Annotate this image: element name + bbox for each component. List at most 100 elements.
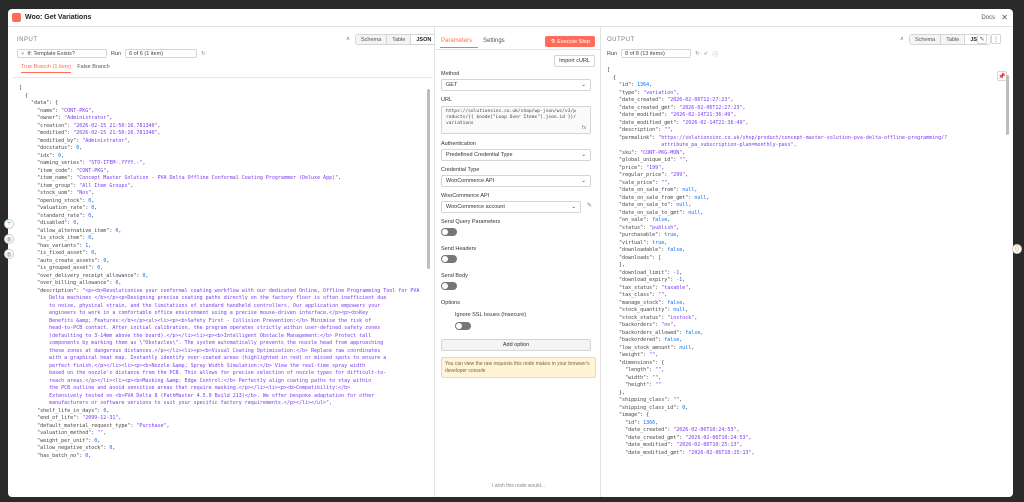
json-line: "stock_status": "instock", (619, 314, 698, 321)
close-icon[interactable]: ✕ (1001, 13, 1008, 22)
more-options-icon[interactable]: ⋮ (991, 34, 1001, 44)
tab-settings[interactable]: Settings (483, 38, 505, 44)
send-body-toggle[interactable] (441, 282, 457, 290)
json-line: reach areas.</p></li><li><p><b>Masking &… (19, 377, 372, 384)
send-body-label: Send Body (441, 273, 468, 279)
json-line: "date_on_sale_from": null, (619, 187, 698, 193)
json-line: "regular_price": "299", (619, 172, 689, 178)
docs-link[interactable]: Docs (981, 15, 995, 21)
tab-true-branch[interactable]: True Branch (1 item) (21, 64, 72, 73)
json-line: "status": "publish", (619, 224, 680, 231)
edit-pencil-icon[interactable]: ✎ (587, 202, 592, 209)
input-connector-merge-icon[interactable]: ◎ (4, 249, 14, 259)
json-line: (defaulting to 3-14mm above the board).<… (19, 332, 372, 339)
title-bar: Woo: Get Variations Docs ✕ (8, 9, 1013, 27)
ignore-ssl-toggle[interactable] (455, 322, 471, 330)
json-line: { (19, 92, 29, 99)
execute-step-button[interactable]: ⚗ Execute Step (545, 36, 595, 47)
input-run-select[interactable]: 6 of 6 (1 item) (125, 49, 198, 58)
input-scrollbar[interactable] (427, 89, 430, 269)
json-line: Extensively tested on <b>PVA Delta 8 (Pa… (19, 392, 375, 399)
json-line: to noise, physical strain, and the limit… (19, 302, 381, 309)
output-tab-schema[interactable]: Schema (910, 35, 942, 44)
json-line: "purchasable": true, (619, 232, 680, 238)
woocommerce-node-icon (12, 13, 21, 22)
search-icon[interactable]: ⌕ (343, 34, 353, 44)
woocommerce-api-label: WooCommerce API (441, 193, 490, 199)
woocommerce-api-select[interactable]: WooCommerce account ⌄ (441, 201, 581, 213)
output-run-label: Run (607, 50, 618, 57)
json-line: "is_grouped_asset": 0, (37, 265, 104, 271)
json-line: "dimensions": { (619, 359, 665, 366)
tab-false-branch[interactable]: False Branch (77, 64, 109, 73)
json-line: attribute_pa_subscription-plan=monthly-p… (607, 142, 797, 148)
json-line: "item_name": "Concept Master Solution - … (37, 175, 342, 181)
flask-icon: ⚗ (550, 38, 556, 45)
window-title: Woo: Get Variations (25, 14, 92, 21)
auth-select[interactable]: Predefined Credential Type ⌄ (441, 149, 591, 161)
output-run-select[interactable]: 8 of 8 (13 items) (621, 49, 692, 58)
json-line: "backordered": false, (619, 337, 683, 343)
feedback-link[interactable]: I wish this node would... (435, 483, 602, 489)
input-run-value: 6 of 6 (1 item) (129, 50, 164, 57)
json-line: perfect finish.</p></li><li><p><b>Nozzle… (19, 362, 366, 369)
active-tab-indicator (440, 47, 478, 48)
info-icon[interactable]: ⓘ (712, 50, 718, 58)
method-select[interactable]: GET ⌄ (441, 79, 591, 91)
json-line: "date_on_sale_to": null, (619, 202, 692, 208)
output-connector-icon[interactable]: {} (1012, 244, 1022, 254)
chevron-down-icon: ⌄ (581, 178, 586, 184)
json-line: "tax_class": "", (619, 292, 668, 298)
branch-tabs: True Branch (1 item) False Branch (21, 64, 110, 73)
url-field[interactable]: https://solutionsinc.co.uk/shop/wp-json/… (441, 106, 591, 134)
url-label: URL (441, 97, 453, 103)
output-tab-table[interactable]: Table (941, 35, 966, 44)
url-value: https://solutionsinc.co.uk/shop/wp-json/… (446, 109, 576, 126)
json-line: "opening_stock": 0, (37, 197, 95, 204)
input-run-label: Run (111, 50, 122, 57)
expression-mode-indicator: fx (582, 125, 586, 131)
refresh-icon[interactable]: ↻ (201, 51, 206, 57)
json-line: manufacturers or software versions to su… (19, 400, 333, 406)
input-connector-icon[interactable]: ⑂ (4, 219, 14, 229)
input-json-viewer[interactable]: [ { "data": { "name": "CONT-PKG", "owner… (19, 85, 424, 497)
json-line: "date_modified_gmt": "2026-02-06T10:25:1… (625, 449, 755, 456)
output-json-viewer[interactable]: [ { "id": 1364, "type": "variation", "da… (607, 67, 1002, 497)
json-line: "weight_per_unit": 0, (37, 437, 101, 444)
json-line: "image": { (619, 412, 650, 418)
chevron-down-icon: ⌄ (581, 152, 586, 158)
method-label: Method (441, 71, 460, 77)
json-line: "shelf_life_in_days": 0, (37, 407, 110, 414)
output-panel: OUTPUT ⌕ Schema Table JSON ✎ ⋮ Run 8 of … (601, 31, 1013, 497)
send-query-toggle[interactable] (441, 228, 457, 236)
json-line: }, (607, 389, 626, 396)
json-line: "date_on_sale_from_gmt": null, (619, 194, 710, 201)
send-headers-toggle[interactable] (441, 255, 457, 263)
input-node-select[interactable]: ⑂ If: Template Exists? (17, 49, 107, 58)
json-line: "auto_create_assets": 0, (37, 257, 110, 264)
input-tab-table[interactable]: Table (387, 35, 412, 44)
credential-type-select[interactable]: WooCommerce API ⌄ (441, 175, 591, 187)
json-line: "idx": 0, (37, 152, 65, 159)
json-line: "has_batch_no": 0, (37, 452, 92, 459)
json-line: "is_fixed_asset": 0, (37, 250, 98, 256)
input-tab-schema[interactable]: Schema (356, 35, 388, 44)
output-scrollbar[interactable] (1006, 75, 1009, 135)
options-label: Options (441, 300, 460, 306)
success-check-icon: ✓ (703, 50, 709, 57)
feedback-label: I wish this node would... (491, 483, 546, 489)
import-curl-button[interactable]: Import cURL (554, 55, 595, 67)
edit-output-icon[interactable]: ✎ (977, 34, 987, 44)
refresh-icon[interactable]: ↻ (695, 51, 700, 57)
json-line: "low_stock_amount": null, (619, 344, 695, 351)
input-tab-json[interactable]: JSON (411, 35, 437, 44)
ignore-ssl-label: Ignore SSL Issues (Insecure) (455, 312, 527, 318)
add-option-button[interactable]: Add option (441, 339, 591, 351)
input-connector-node-icon[interactable]: ◎ (4, 234, 14, 244)
auth-value: Predefined Credential Type (446, 152, 513, 158)
json-line: "date_on_sale_to_gmt": null, (619, 209, 704, 216)
json-line: "date_modified": "2026-02-06T10:25:13", (625, 442, 743, 448)
json-line: "data": { (31, 100, 59, 106)
tab-parameters[interactable]: Parameters (441, 38, 472, 44)
search-icon[interactable]: ⌕ (897, 34, 907, 44)
